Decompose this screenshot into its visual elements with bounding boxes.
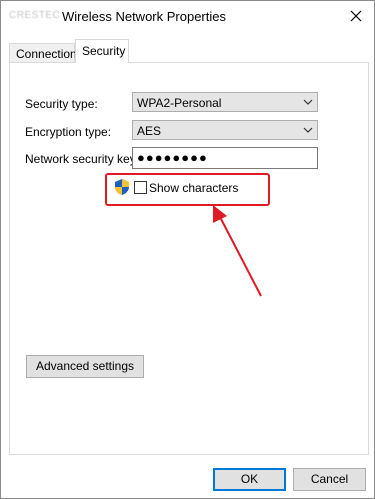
close-icon <box>350 10 362 22</box>
security-type-value: WPA2-Personal <box>137 96 222 110</box>
network-key-field[interactable]: ●●●●●●●● <box>132 147 318 169</box>
title-bar: CRESTEC Wireless Network Properties <box>1 1 374 32</box>
encryption-type-value: AES <box>137 124 162 138</box>
encryption-type-label: Encryption type: <box>25 125 112 139</box>
cancel-button[interactable]: Cancel <box>293 468 366 491</box>
show-characters-checkbox[interactable] <box>134 181 147 194</box>
tab-connection[interactable]: Connection <box>9 43 77 63</box>
chevron-down-icon <box>303 99 313 105</box>
tab-security[interactable]: Security <box>75 39 129 63</box>
advanced-settings-button[interactable]: Advanced settings <box>26 355 144 378</box>
ok-button[interactable]: OK <box>213 468 286 491</box>
show-characters-label[interactable]: Show characters <box>149 181 238 195</box>
properties-window: CRESTEC Wireless Network Properties Conn… <box>0 0 375 499</box>
encryption-type-select[interactable]: AES <box>132 120 318 140</box>
security-type-select[interactable]: WPA2-Personal <box>132 92 318 112</box>
network-key-label: Network security key <box>25 152 136 166</box>
close-button[interactable] <box>346 6 366 26</box>
uac-shield-icon <box>115 179 129 195</box>
network-key-masked-value: ●●●●●●●● <box>137 150 208 165</box>
security-type-label: Security type: <box>25 97 98 111</box>
chevron-down-icon <box>303 127 313 133</box>
red-arrow <box>213 205 262 297</box>
window-title: Wireless Network Properties <box>62 9 226 24</box>
app-name: CRESTEC <box>9 10 61 21</box>
